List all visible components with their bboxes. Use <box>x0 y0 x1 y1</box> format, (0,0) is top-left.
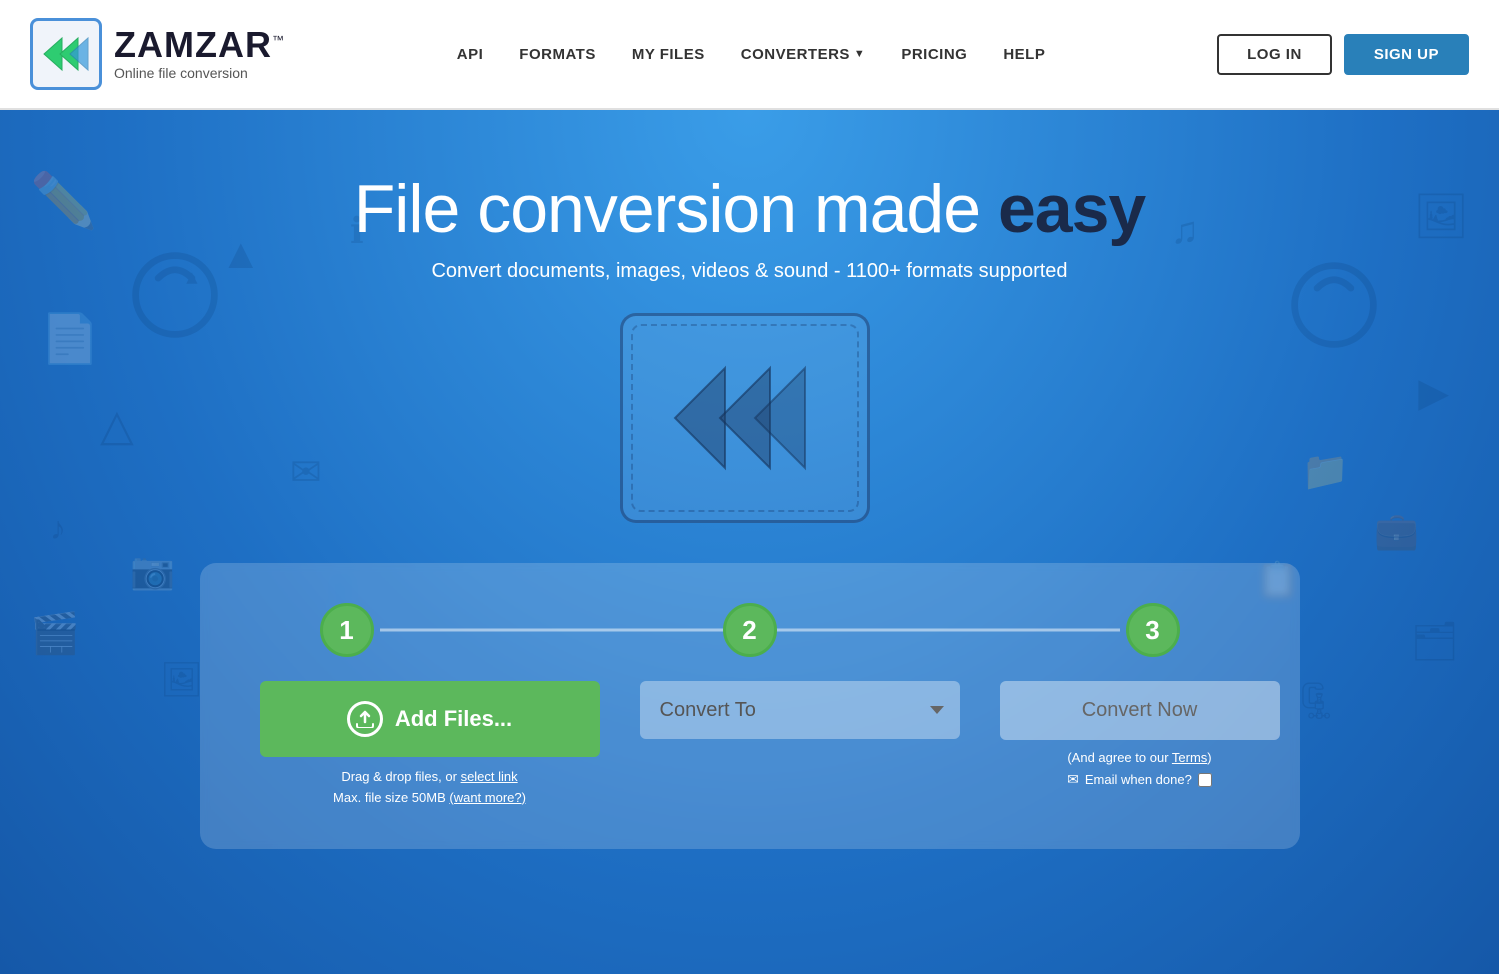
upload-arrow-icon <box>355 710 375 728</box>
bg-icon-mov: 🎬 <box>30 610 80 657</box>
bg-icon-briefcase: 💼 <box>1374 510 1419 552</box>
hero-section: ✏️ 📄 △ ✉ ▲ ♪ 📷 🎬 🖼 ℹ 👤 🖼 ▶ 📁 💼 📋 🗂 ♫ 🗜 F… <box>0 110 1499 974</box>
bg-icon-image-right: 🖼 <box>1413 190 1469 242</box>
sketch-arrows-svg <box>665 353 825 483</box>
drag-text-size: Max. file size 50MB <box>333 790 449 805</box>
nav-converters[interactable]: CONVERTERS ▼ <box>741 46 866 63</box>
nav-converters-label: CONVERTERS <box>741 46 850 63</box>
converters-chevron-icon: ▼ <box>854 48 865 60</box>
bg-icon-play-right: ▶ <box>1418 370 1449 416</box>
sketch-box <box>620 313 870 523</box>
header: ZAMZAR™ Online file conversion API FORMA… <box>0 0 1499 110</box>
bg-icon-archive: 🗂 <box>1411 620 1459 664</box>
email-label: Email when done? <box>1085 772 1192 787</box>
select-link[interactable]: select link <box>461 769 518 784</box>
bg-icon-email: ✉ <box>290 450 322 495</box>
bg-icon-music-note: ♫ <box>1171 210 1200 253</box>
logo-area: ZAMZAR™ Online file conversion <box>30 18 285 90</box>
hero-title: File conversion made easy <box>354 170 1145 248</box>
step-1-num: 1 <box>339 615 353 646</box>
nav-formats[interactable]: FORMATS <box>519 46 596 63</box>
hero-title-part1: File <box>354 171 477 247</box>
hero-title-part2: conversion <box>477 171 796 247</box>
steps-row: 1 2 3 <box>260 603 1240 657</box>
bg-icon-file-left: 📄 <box>40 310 100 367</box>
drag-drop-text: Drag & drop files, or select link Max. f… <box>333 767 526 809</box>
bg-icon-triangle: △ <box>100 400 134 451</box>
email-icon: ✉ <box>1067 771 1079 788</box>
agree-prefix: (And agree to our <box>1067 750 1172 765</box>
logo-name: ZAMZAR <box>114 24 272 65</box>
form-row: Add Files... Drag & drop files, or selec… <box>260 681 1240 809</box>
agree-suffix: ) <box>1207 750 1211 765</box>
hero-title-part3: made <box>796 171 998 247</box>
bg-icon-pencil: ✏️ <box>30 170 97 233</box>
bg-icon-img: 🖼 <box>160 660 203 700</box>
logo-title: ZAMZAR™ <box>114 27 285 63</box>
step-3-num: 3 <box>1145 615 1159 646</box>
logo-icon <box>30 18 102 90</box>
form-col-add-files: Add Files... Drag & drop files, or selec… <box>260 681 600 809</box>
bg-icon-video-left: 📷 <box>130 550 175 592</box>
logo-text-area: ZAMZAR™ Online file conversion <box>114 27 285 81</box>
convert-to-wrapper: Convert To MP4 MP3 PDF JPG PNG DOC DOCX … <box>640 681 960 739</box>
auth-area: LOG IN SIGN UP <box>1217 34 1469 75</box>
email-checkbox[interactable] <box>1198 773 1212 787</box>
logo-subtitle: Online file conversion <box>114 65 285 81</box>
step-2-num: 2 <box>742 615 756 646</box>
drag-text-prefix: Drag & drop files, or <box>341 769 460 784</box>
center-sketch-logo <box>620 313 880 533</box>
zamzar-logo-svg <box>40 34 92 74</box>
nav-my-files[interactable]: MY FILES <box>632 46 705 63</box>
add-files-label: Add Files... <box>395 706 512 732</box>
convert-now-label: Convert Now <box>1082 699 1198 721</box>
nav-pricing[interactable]: PRICING <box>901 46 967 63</box>
add-files-button[interactable]: Add Files... <box>260 681 600 757</box>
signup-button[interactable]: SIGN UP <box>1344 34 1469 75</box>
main-nav: API FORMATS MY FILES CONVERTERS ▼ PRICIN… <box>457 46 1046 63</box>
bg-icon-zip: 🗜 <box>1293 680 1339 722</box>
bg-icon-refresh-right <box>1289 260 1379 340</box>
convert-to-select[interactable]: Convert To MP4 MP3 PDF JPG PNG DOC DOCX … <box>640 681 960 739</box>
bg-icon-folder: 📁 <box>1302 450 1349 494</box>
bg-icon-music: ♪ <box>50 510 66 547</box>
form-col-convert-now: Convert Now (And agree to our Terms) ✉ E… <box>1000 681 1280 788</box>
hero-title-part4: easy <box>998 171 1145 247</box>
want-more-link[interactable]: (want more?) <box>449 790 526 805</box>
bg-icon-refresh <box>130 250 220 330</box>
step-3-bubble: 3 <box>1126 603 1180 657</box>
step-2-bubble: 2 <box>723 603 777 657</box>
convert-now-button[interactable]: Convert Now <box>1000 681 1280 740</box>
hero-subtitle: Convert documents, images, videos & soun… <box>431 260 1067 283</box>
nav-help[interactable]: HELP <box>1003 46 1045 63</box>
bg-icon-arrow-up: ▲ <box>220 230 262 278</box>
login-button[interactable]: LOG IN <box>1217 34 1332 75</box>
terms-link[interactable]: Terms <box>1172 750 1207 765</box>
step-1-bubble: 1 <box>320 603 374 657</box>
agree-text: (And agree to our Terms) <box>1067 750 1211 765</box>
logo-trademark: ™ <box>272 33 285 47</box>
upload-icon <box>347 701 383 737</box>
conversion-form: 1 2 3 Add Files... <box>200 563 1300 849</box>
email-row: ✉ Email when done? <box>1067 771 1212 788</box>
nav-api[interactable]: API <box>457 46 484 63</box>
form-col-convert-to: Convert To MP4 MP3 PDF JPG PNG DOC DOCX … <box>640 681 960 739</box>
